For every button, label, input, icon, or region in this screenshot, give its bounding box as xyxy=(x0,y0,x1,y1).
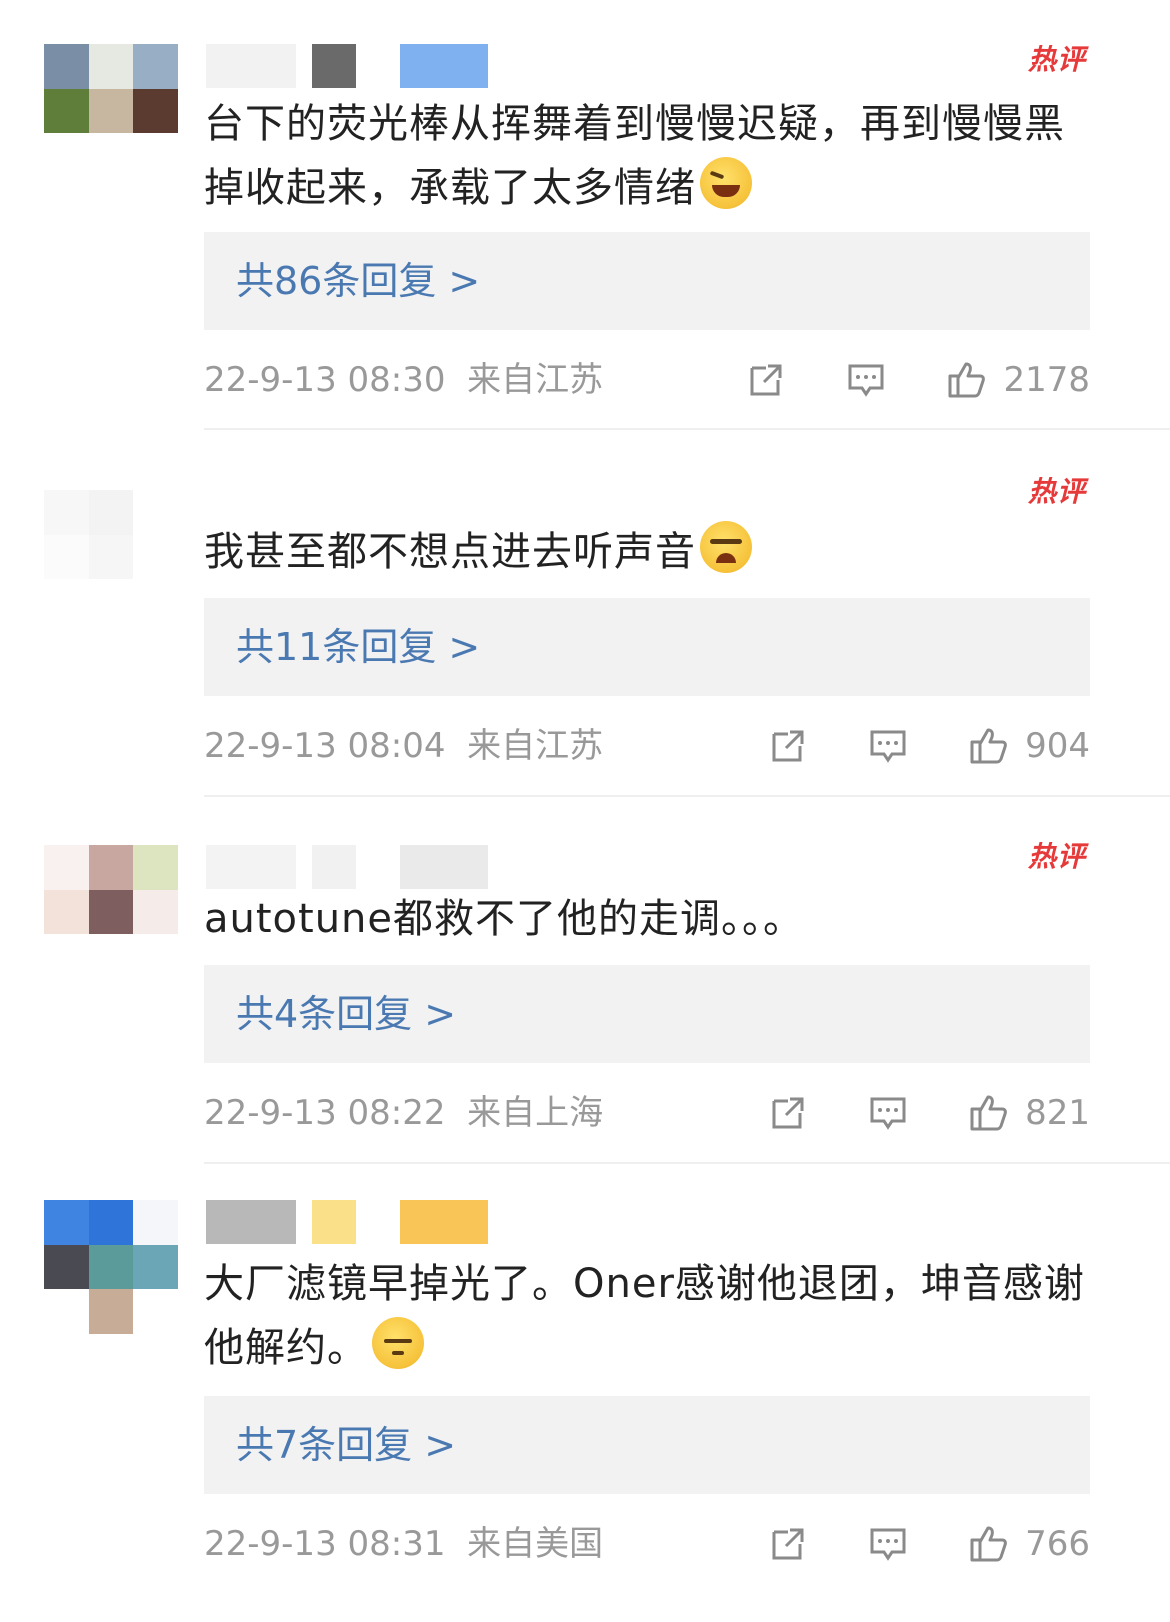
avatar-mosaic-cell xyxy=(44,579,89,624)
like-icon[interactable] xyxy=(965,1090,1011,1136)
comment-text: 大厂滤镜早掉光了。Oner感谢他退团，坤音感谢他解约。 xyxy=(204,1261,1085,1371)
avatar-mosaic-cell xyxy=(133,534,178,580)
hot-comment-badge: 热评 xyxy=(1027,840,1086,873)
comment-item: 大厂滤镜早掉光了。Oner感谢他退团，坤音感谢他解约。 共7条回复 > 22-9… xyxy=(0,1200,1170,1622)
comment-text: 我甚至都不想点进去听声音 xyxy=(204,520,1100,584)
reply-box[interactable]: 共11条回复 > xyxy=(204,598,1090,696)
avatar-mosaic-cell xyxy=(133,490,178,535)
share-icon[interactable] xyxy=(743,357,789,403)
avatar-mosaic-cell xyxy=(133,1200,178,1245)
reply-box[interactable]: 共7条回复 > xyxy=(204,1396,1090,1494)
username-mosaic-block xyxy=(206,1200,296,1244)
avatar-mosaic-cell xyxy=(44,88,89,134)
comment-item: 热评 台下的荧光棒从挥舞着到慢慢迟疑，再到慢慢黑掉收起来，承载了太多情绪 共86… xyxy=(0,43,1170,434)
avatar-mosaic-cell xyxy=(88,534,134,580)
avatar-mosaic-cell xyxy=(133,44,178,89)
reply-box[interactable]: 共4条回复 > xyxy=(204,965,1090,1063)
comment-item: 热评 autotune都救不了他的走调。。。 共4条回复 > 22-9-13 0… xyxy=(0,840,1170,1165)
avatar-mosaic-cell xyxy=(44,133,89,178)
username-mosaic-block xyxy=(312,44,356,88)
timestamp: 22-9-13 08:22 来自上海 xyxy=(204,1093,604,1133)
view-replies-link[interactable]: 共11条回复 > xyxy=(236,598,480,696)
avatar-mosaic-cell xyxy=(44,44,89,89)
timestamp: 22-9-13 08:04 来自江苏 xyxy=(204,726,604,766)
comment-text: autotune都救不了他的走调。。。 xyxy=(204,896,805,942)
username-mosaic-block xyxy=(206,845,296,889)
like-count: 904 xyxy=(1025,726,1090,766)
like-icon[interactable] xyxy=(965,723,1011,769)
avatar-mosaic-cell xyxy=(133,133,178,178)
avatar[interactable] xyxy=(44,490,178,624)
share-icon[interactable] xyxy=(765,1090,811,1136)
avatar-mosaic-cell xyxy=(133,889,178,935)
avatar-mosaic-cell xyxy=(88,889,134,935)
like-count: 821 xyxy=(1025,1093,1090,1133)
avatar-mosaic-cell xyxy=(88,1289,134,1334)
avatar-mosaic-cell xyxy=(44,490,89,535)
avatar[interactable] xyxy=(44,44,178,178)
avatar-mosaic-cell xyxy=(88,133,134,178)
timestamp: 22-9-13 08:30 来自江苏 xyxy=(204,360,604,400)
avatar-mosaic-cell xyxy=(133,88,178,134)
avatar-mosaic-cell xyxy=(88,88,134,134)
comment-icon[interactable] xyxy=(865,1090,911,1136)
avatar-mosaic-cell xyxy=(88,934,134,979)
like-icon[interactable] xyxy=(965,1521,1011,1567)
laughing-tears-emoji-icon xyxy=(700,157,752,209)
crying-emoji-icon xyxy=(700,521,752,573)
username-mosaic-block xyxy=(312,845,356,889)
like-icon[interactable] xyxy=(943,357,989,403)
reply-box[interactable]: 共86条回复 > xyxy=(204,232,1090,330)
avatar-mosaic-cell xyxy=(44,1200,89,1245)
avatar-mosaic-cell xyxy=(44,534,89,580)
avatar[interactable] xyxy=(44,845,178,979)
hot-comment-badge: 热评 xyxy=(1027,43,1086,76)
divider xyxy=(204,428,1170,430)
sweat-emoji-icon xyxy=(372,1317,424,1369)
share-icon[interactable] xyxy=(765,1521,811,1567)
comment-meta: 22-9-13 08:30 来自江苏 2178 xyxy=(204,352,1090,408)
username-mosaic-block xyxy=(400,845,488,889)
share-icon[interactable] xyxy=(765,723,811,769)
comment-meta: 22-9-13 08:04 来自江苏 904 xyxy=(204,718,1090,774)
username-mosaic-block xyxy=(400,44,488,88)
username-mosaic-block xyxy=(312,1200,356,1244)
comment-icon[interactable] xyxy=(843,357,889,403)
avatar-mosaic-cell xyxy=(88,1200,134,1245)
avatar-mosaic-cell xyxy=(133,934,178,979)
comment-meta: 22-9-13 08:22 来自上海 821 xyxy=(204,1085,1090,1141)
divider xyxy=(204,795,1170,797)
avatar-mosaic-cell xyxy=(133,845,178,890)
comment-item: 热评 我甚至都不想点进去听声音 共11条回复 > 22-9-13 08:04 来… xyxy=(0,475,1170,800)
avatar-mosaic-cell xyxy=(88,44,134,89)
avatar-mosaic-cell xyxy=(133,1289,178,1334)
avatar-mosaic-cell xyxy=(44,934,89,979)
comment-icon[interactable] xyxy=(865,723,911,769)
like-count: 2178 xyxy=(1003,360,1090,400)
avatar-mosaic-cell xyxy=(44,1289,89,1334)
avatar-mosaic-cell xyxy=(88,579,134,624)
avatar-mosaic-cell xyxy=(44,1244,89,1290)
timestamp: 22-9-13 08:31 来自美国 xyxy=(204,1524,604,1564)
avatar-mosaic-cell xyxy=(44,845,89,890)
view-replies-link[interactable]: 共7条回复 > xyxy=(236,1396,456,1494)
view-replies-link[interactable]: 共4条回复 > xyxy=(236,965,456,1063)
avatar-mosaic-cell xyxy=(133,1244,178,1290)
username-mosaic-block xyxy=(400,1200,488,1244)
avatar-mosaic-cell xyxy=(88,845,134,890)
avatar-mosaic-cell xyxy=(133,579,178,624)
username-mosaic-block xyxy=(206,44,296,88)
view-replies-link[interactable]: 共86条回复 > xyxy=(236,232,480,330)
comment-text: 台下的荧光棒从挥舞着到慢慢迟疑，再到慢慢黑掉收起来，承载了太多情绪 xyxy=(204,101,1065,211)
comment-icon[interactable] xyxy=(865,1521,911,1567)
comment-meta: 22-9-13 08:31 来自美国 766 xyxy=(204,1516,1090,1572)
avatar-mosaic-cell xyxy=(88,1244,134,1290)
divider xyxy=(204,1162,1170,1164)
avatar[interactable] xyxy=(44,1200,178,1334)
avatar-mosaic-cell xyxy=(44,889,89,935)
avatar-mosaic-cell xyxy=(88,490,134,535)
like-count: 766 xyxy=(1025,1524,1090,1564)
hot-comment-badge: 热评 xyxy=(1027,475,1086,508)
